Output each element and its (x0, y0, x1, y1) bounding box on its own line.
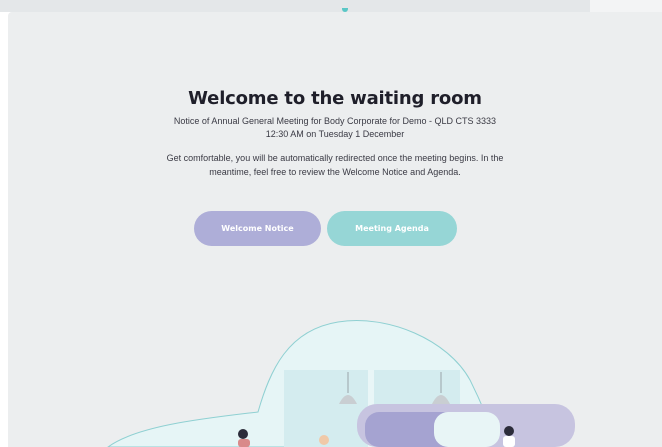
person-right-body (503, 436, 515, 447)
person-left-head (238, 429, 248, 439)
top-bar-right (590, 0, 662, 12)
meeting-notice: Notice of Annual General Meeting for Bod… (173, 116, 497, 126)
person-left-body (238, 439, 250, 447)
action-buttons: Welcome Notice Meeting Agenda (194, 211, 464, 246)
sofa-side (434, 412, 500, 447)
waiting-room-content: Welcome to the waiting room Notice of An… (8, 88, 662, 179)
meeting-time: 12:30 AM on Tuesday 1 December (265, 129, 405, 139)
waiting-room-illustration (107, 320, 575, 447)
intro-text: Get comfortable, you will be automatical… (166, 153, 504, 177)
meeting-agenda-button[interactable]: Meeting Agenda (327, 211, 457, 246)
person-right-head (504, 426, 514, 436)
page-title: Welcome to the waiting room (188, 88, 482, 109)
welcome-notice-button[interactable]: Welcome Notice (194, 211, 321, 246)
person-middle-head (319, 435, 329, 445)
top-bar (0, 0, 590, 12)
